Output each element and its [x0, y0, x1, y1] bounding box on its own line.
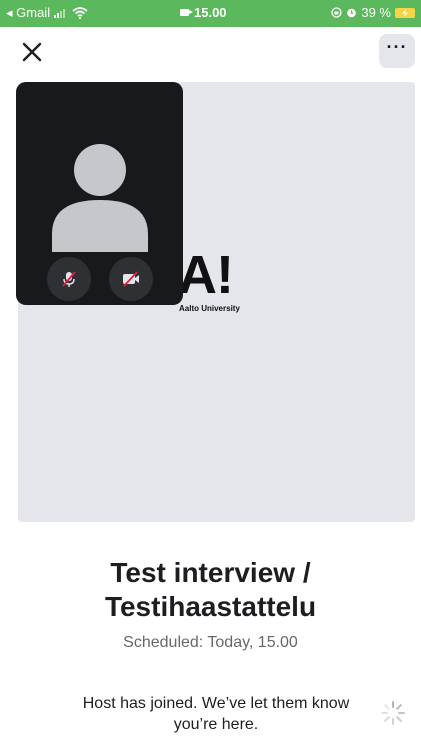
meeting-title-line-1: Test interview /: [110, 557, 311, 588]
status-bar-left: ◂ Gmail: [6, 5, 88, 21]
back-to-app-link[interactable]: ◂ Gmail: [6, 5, 50, 21]
scheduled-time: Scheduled: Today, 15.00: [123, 634, 298, 651]
status-time: 15.00: [194, 5, 227, 20]
rotation-lock-icon: [331, 7, 343, 18]
loading-spinner-icon: [381, 701, 405, 725]
status-message-line-1: Host has joined. We’ve let them know: [82, 695, 350, 712]
camera-in-use-icon: [180, 9, 193, 16]
microphone-toggle-button[interactable]: [47, 257, 91, 301]
status-bar-time-group: 15.00: [180, 5, 227, 20]
camera-toggle-button[interactable]: [109, 257, 153, 301]
meeting-title: Test interview / Testihaastattelu: [0, 556, 421, 624]
wifi-icon: [72, 7, 88, 19]
close-button[interactable]: [16, 36, 50, 70]
more-options-button[interactable]: ···: [379, 34, 415, 68]
battery-charging-icon: [395, 7, 415, 18]
close-icon: [22, 42, 42, 62]
status-bar-right: 39 %: [331, 5, 415, 20]
avatar-placeholder-icon: [52, 144, 148, 252]
waiting-status-message: Host has joined. We’ve let them know you…: [60, 693, 372, 735]
aalto-logo-text: Aalto University: [179, 304, 240, 313]
alarm-icon: [347, 8, 357, 18]
aalto-logo: A! Aalto University: [178, 248, 240, 313]
meeting-title-line-2: Testihaastattelu: [104, 591, 317, 622]
signal-icon: [54, 9, 66, 18]
more-icon: ···: [386, 37, 408, 57]
microphone-muted-icon: [62, 271, 76, 287]
status-bar: ◂ Gmail 15.00 39 %: [0, 0, 421, 27]
camera-off-icon: [123, 271, 139, 287]
self-view-preview[interactable]: [16, 82, 183, 305]
status-message-line-2: you’re here.: [173, 716, 259, 733]
battery-percent: 39 %: [361, 5, 391, 20]
aalto-logo-mark: A!: [178, 245, 234, 305]
